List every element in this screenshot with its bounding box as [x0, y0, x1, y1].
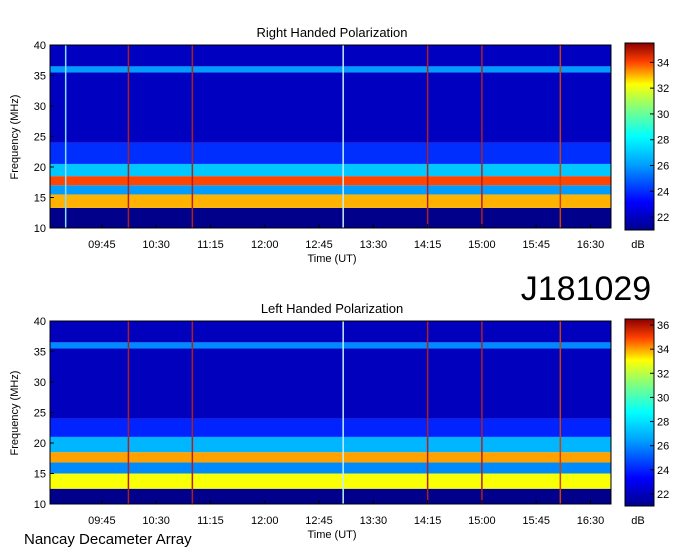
- y-tick-label: 10: [34, 223, 46, 235]
- station-label: J181029: [521, 270, 651, 308]
- x-tick-label: 14:15: [414, 239, 442, 251]
- band-6: [50, 348, 611, 419]
- y-tick-label: 40: [34, 40, 46, 52]
- right-y-axis-label: Frequency (MHz): [9, 95, 21, 180]
- band-6: [50, 72, 611, 143]
- y-tick-label: 25: [34, 408, 46, 420]
- y-tick-label: 40: [34, 316, 46, 328]
- left-panel-title: Left Handed Polarization: [261, 301, 403, 316]
- left-polarization-panel: Left Handed Polarization 09:45 10:30 11:15…: [9, 301, 669, 541]
- right-colorbar-unit: dB: [631, 239, 644, 251]
- y-tick-label: 35: [34, 71, 46, 83]
- x-tick-label: 11:15: [197, 239, 224, 251]
- right-panel-title: Right Handed Polarization: [256, 25, 407, 40]
- y-tick-label: 35: [34, 347, 46, 359]
- y-tick-label: 20: [34, 162, 46, 174]
- x-tick-label: 11:15: [197, 515, 224, 527]
- colorbar-tick-label: 34: [657, 344, 669, 356]
- band-3: [50, 176, 611, 186]
- colorbar-tick-label: 24: [657, 465, 669, 477]
- colorbar-tick-label: 36: [657, 320, 669, 332]
- y-tick-label: 30: [34, 101, 46, 113]
- colorbar-tick-label: 30: [657, 109, 669, 121]
- band-8: [50, 45, 611, 67]
- right-polarization-panel: Right Handed Polarization 09:45 10:30 11:1…: [9, 25, 669, 265]
- right-x-axis-label: Time (UT): [307, 253, 356, 265]
- y-tick-label: 30: [34, 377, 46, 389]
- band-2: [50, 185, 611, 195]
- left-y-axis-label: Frequency (MHz): [9, 371, 21, 456]
- y-tick-label: 15: [34, 193, 46, 205]
- footer-label: Nancay Decameter Array: [24, 531, 192, 548]
- x-tick-label: 09:45: [88, 515, 116, 527]
- x-tick-label: 09:45: [88, 239, 116, 251]
- y-tick-label: 25: [34, 132, 46, 144]
- band-7: [50, 342, 611, 349]
- band-4: [50, 436, 611, 453]
- colorbar-tick-label: 22: [657, 489, 669, 501]
- band-8: [50, 321, 611, 343]
- x-tick-label: 12:45: [305, 239, 333, 251]
- colorbar-tick-label: 30: [657, 392, 669, 404]
- x-tick-label: 10:30: [142, 515, 170, 527]
- colorbar-tick-label: 34: [657, 57, 669, 69]
- spectrogram-figure: Right Handed Polarization 09:45 10:30 11:1…: [9, 25, 669, 548]
- colorbar-tick-label: 26: [657, 161, 669, 173]
- left-spectrogram: [50, 321, 611, 504]
- band-4: [50, 163, 611, 177]
- x-tick-label: 10:30: [142, 239, 170, 251]
- left-colorbar-unit: dB: [631, 515, 644, 527]
- colorbar-tick-label: 26: [657, 441, 669, 453]
- band-2: [50, 462, 611, 474]
- band-5: [50, 418, 611, 437]
- colorbar-tick-label: 22: [657, 212, 669, 224]
- band-7: [50, 66, 611, 73]
- band-5: [50, 142, 611, 164]
- x-tick-label: 13:30: [360, 515, 388, 527]
- x-tick-label: 16:30: [577, 239, 605, 251]
- x-tick-label: 12:00: [251, 515, 279, 527]
- colorbar-tick-label: 28: [657, 135, 669, 147]
- band-1: [50, 473, 611, 489]
- x-tick-label: 15:00: [468, 515, 496, 527]
- x-tick-label: 13:30: [360, 239, 388, 251]
- band-1: [50, 194, 611, 208]
- y-tick-label: 10: [34, 499, 46, 511]
- colorbar-tick-label: 32: [657, 83, 669, 95]
- x-tick-label: 15:00: [468, 239, 496, 251]
- y-tick-label: 20: [34, 438, 46, 450]
- x-tick-label: 15:45: [522, 239, 550, 251]
- colorbar-tick-label: 32: [657, 368, 669, 380]
- x-tick-label: 14:15: [414, 515, 442, 527]
- band-3: [50, 452, 611, 463]
- left-colorbar: 22 24 26 28 30 32 34 36: [624, 318, 669, 507]
- colorbar-scale: [624, 42, 655, 231]
- x-tick-label: 15:45: [522, 515, 550, 527]
- colorbar-tick-label: 24: [657, 186, 669, 198]
- x-tick-label: 16:30: [577, 515, 605, 527]
- right-colorbar: 22 24 26 28 30 32 34: [624, 42, 669, 231]
- right-spectrogram: [50, 45, 611, 228]
- x-tick-label: 12:00: [251, 239, 279, 251]
- band-0: [50, 488, 611, 504]
- colorbar-tick-label: 28: [657, 417, 669, 429]
- y-tick-label: 15: [34, 469, 46, 481]
- left-x-axis-label: Time (UT): [307, 529, 356, 541]
- band-0: [50, 207, 611, 228]
- colorbar-scale: [624, 318, 655, 507]
- x-tick-label: 12:45: [305, 515, 333, 527]
